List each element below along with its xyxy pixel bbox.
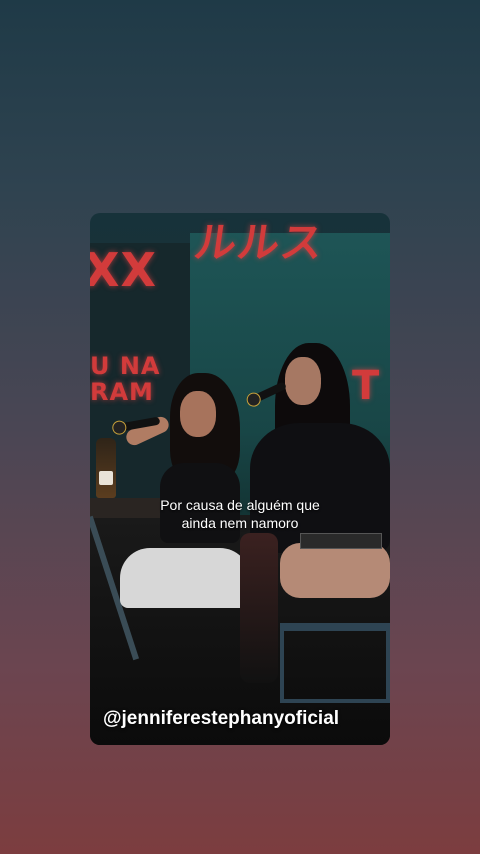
bottle xyxy=(96,438,116,498)
neon-sign-top: ルルス xyxy=(191,218,328,267)
chair xyxy=(280,623,390,703)
bottle-label xyxy=(99,471,113,485)
caption-line-2: ainda nem namoro xyxy=(181,515,299,531)
video-caption: Por causa de alguém que ainda nem namoro xyxy=(90,496,390,532)
singer-right-belt xyxy=(300,533,382,549)
stage-scene: ルルス XX U NA RAM T xyxy=(90,213,390,745)
singer-right-face xyxy=(285,357,321,405)
watermark-handle: @jenniferestephanyoficial xyxy=(103,708,340,729)
singer-left-face xyxy=(180,391,216,437)
caption-line-1: Por causa de alguém que xyxy=(160,497,320,513)
singer-right-legs xyxy=(280,543,390,598)
singer-right-boot xyxy=(240,533,278,683)
singer-left-pants xyxy=(120,548,250,608)
neon-sign-x: XX xyxy=(90,243,157,297)
video-frame[interactable]: ルルス XX U NA RAM T Por causa de alguém que xyxy=(90,213,390,745)
